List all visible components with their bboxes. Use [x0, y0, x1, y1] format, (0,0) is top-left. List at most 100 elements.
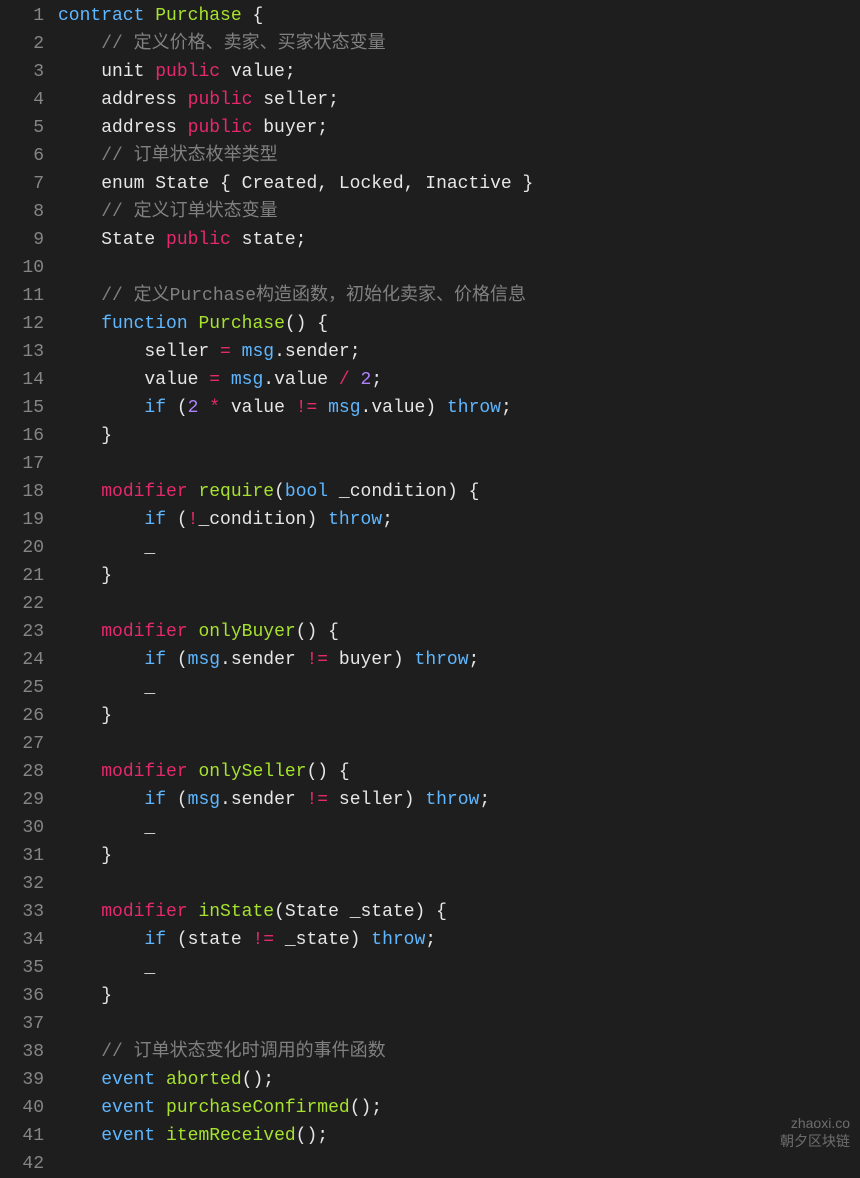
code-line — [58, 870, 860, 898]
token-kw: event — [101, 1070, 155, 1090]
token-var: msg — [242, 342, 274, 362]
line-number: 14 — [6, 366, 44, 394]
token-punc: ; — [425, 930, 436, 950]
token-sp — [317, 622, 328, 642]
line-number: 23 — [6, 618, 44, 646]
token-id: _state) — [274, 930, 371, 950]
token-fn: purchaseConfirmed — [166, 1098, 350, 1118]
code-line: seller = msg.sender; — [58, 338, 860, 366]
token-punc: } — [101, 426, 112, 446]
token-ind — [58, 622, 101, 642]
token-sp — [242, 6, 253, 26]
token-fn: onlyBuyer — [198, 622, 295, 642]
token-op: = — [220, 342, 231, 362]
token-ind — [58, 426, 101, 446]
line-number: 16 — [6, 422, 44, 450]
token-mod: modifier — [101, 902, 187, 922]
token-ind — [58, 482, 101, 502]
code-area[interactable]: contract Purchase { // 定义价格、卖家、买家状态变量 un… — [54, 0, 860, 1176]
line-number-gutter: 1234567891011121314151617181920212223242… — [0, 0, 54, 1176]
token-var: msg — [231, 370, 263, 390]
token-ind — [58, 958, 144, 978]
token-punc: ; — [371, 370, 382, 390]
token-id: sender — [231, 650, 307, 670]
token-kw: if — [144, 650, 166, 670]
code-line: _ — [58, 814, 860, 842]
token-id: seller; — [252, 90, 338, 110]
token-id: value; — [220, 62, 296, 82]
token-ind — [58, 566, 101, 586]
code-line: } — [58, 982, 860, 1010]
token-sp — [188, 622, 199, 642]
token-sp — [458, 482, 469, 502]
code-line: } — [58, 422, 860, 450]
token-ind — [58, 314, 101, 334]
line-number: 30 — [6, 814, 44, 842]
code-line: event aborted(); — [58, 1066, 860, 1094]
token-mod: public — [188, 90, 253, 110]
token-ind — [58, 370, 144, 390]
token-punc: . — [274, 342, 285, 362]
token-id — [350, 370, 361, 390]
token-num: 2 — [188, 398, 199, 418]
code-line: if (msg.sender != seller) throw; — [58, 786, 860, 814]
watermark-line2: 朝夕区块链 — [780, 1132, 850, 1150]
token-id: value) — [371, 398, 447, 418]
token-id — [220, 370, 231, 390]
token-kw: throw — [415, 650, 469, 670]
code-line: address public seller; — [58, 86, 860, 114]
code-line: event purchaseConfirmed(); — [58, 1094, 860, 1122]
token-punc: { — [436, 902, 447, 922]
token-comm: // 定义价格、卖家、买家状态变量 — [101, 34, 385, 54]
token-id: value — [274, 370, 339, 390]
token-kw: if — [144, 930, 166, 950]
code-line — [58, 730, 860, 758]
token-kw: if — [144, 398, 166, 418]
token-id — [231, 342, 242, 362]
line-number: 26 — [6, 702, 44, 730]
line-number: 40 — [6, 1094, 44, 1122]
token-sp — [425, 902, 436, 922]
token-op: = — [209, 370, 220, 390]
token-id — [317, 398, 328, 418]
line-number: 15 — [6, 394, 44, 422]
code-line — [58, 254, 860, 282]
token-comm: // 定义订单状态变量 — [101, 202, 277, 222]
token-mod: public — [188, 118, 253, 138]
token-id: address — [101, 118, 187, 138]
line-number: 11 — [6, 282, 44, 310]
token-sp — [155, 1098, 166, 1118]
token-punc: ) — [415, 902, 426, 922]
token-bool: bool — [285, 482, 328, 502]
token-ind — [58, 398, 144, 418]
token-op: / — [339, 370, 350, 390]
token-punc: ( — [274, 902, 285, 922]
token-punc: ; — [382, 510, 393, 530]
token-punc: . — [263, 370, 274, 390]
token-ind — [58, 650, 144, 670]
code-line: modifier onlySeller() { — [58, 758, 860, 786]
token-punc: () — [296, 622, 318, 642]
token-ind — [58, 1126, 101, 1146]
code-line: if (state != _state) throw; — [58, 926, 860, 954]
token-punc: { — [339, 762, 350, 782]
token-sp — [188, 762, 199, 782]
token-comm: // 订单状态枚举类型 — [101, 146, 277, 166]
token-punc: } — [101, 846, 112, 866]
line-number: 19 — [6, 506, 44, 534]
token-punc: ( — [166, 398, 188, 418]
token-op: != — [296, 398, 318, 418]
token-op: ! — [188, 510, 199, 530]
token-punc: . — [220, 790, 231, 810]
token-sp — [155, 1070, 166, 1090]
token-sp — [188, 902, 199, 922]
token-id: state — [188, 930, 253, 950]
token-ind — [58, 286, 101, 306]
token-id: _ — [144, 958, 155, 978]
token-mod: public — [155, 62, 220, 82]
token-punc: { — [469, 482, 480, 502]
token-ind — [58, 342, 144, 362]
line-number: 17 — [6, 450, 44, 478]
token-punc: (); — [242, 1070, 274, 1090]
token-punc: ; — [501, 398, 512, 418]
